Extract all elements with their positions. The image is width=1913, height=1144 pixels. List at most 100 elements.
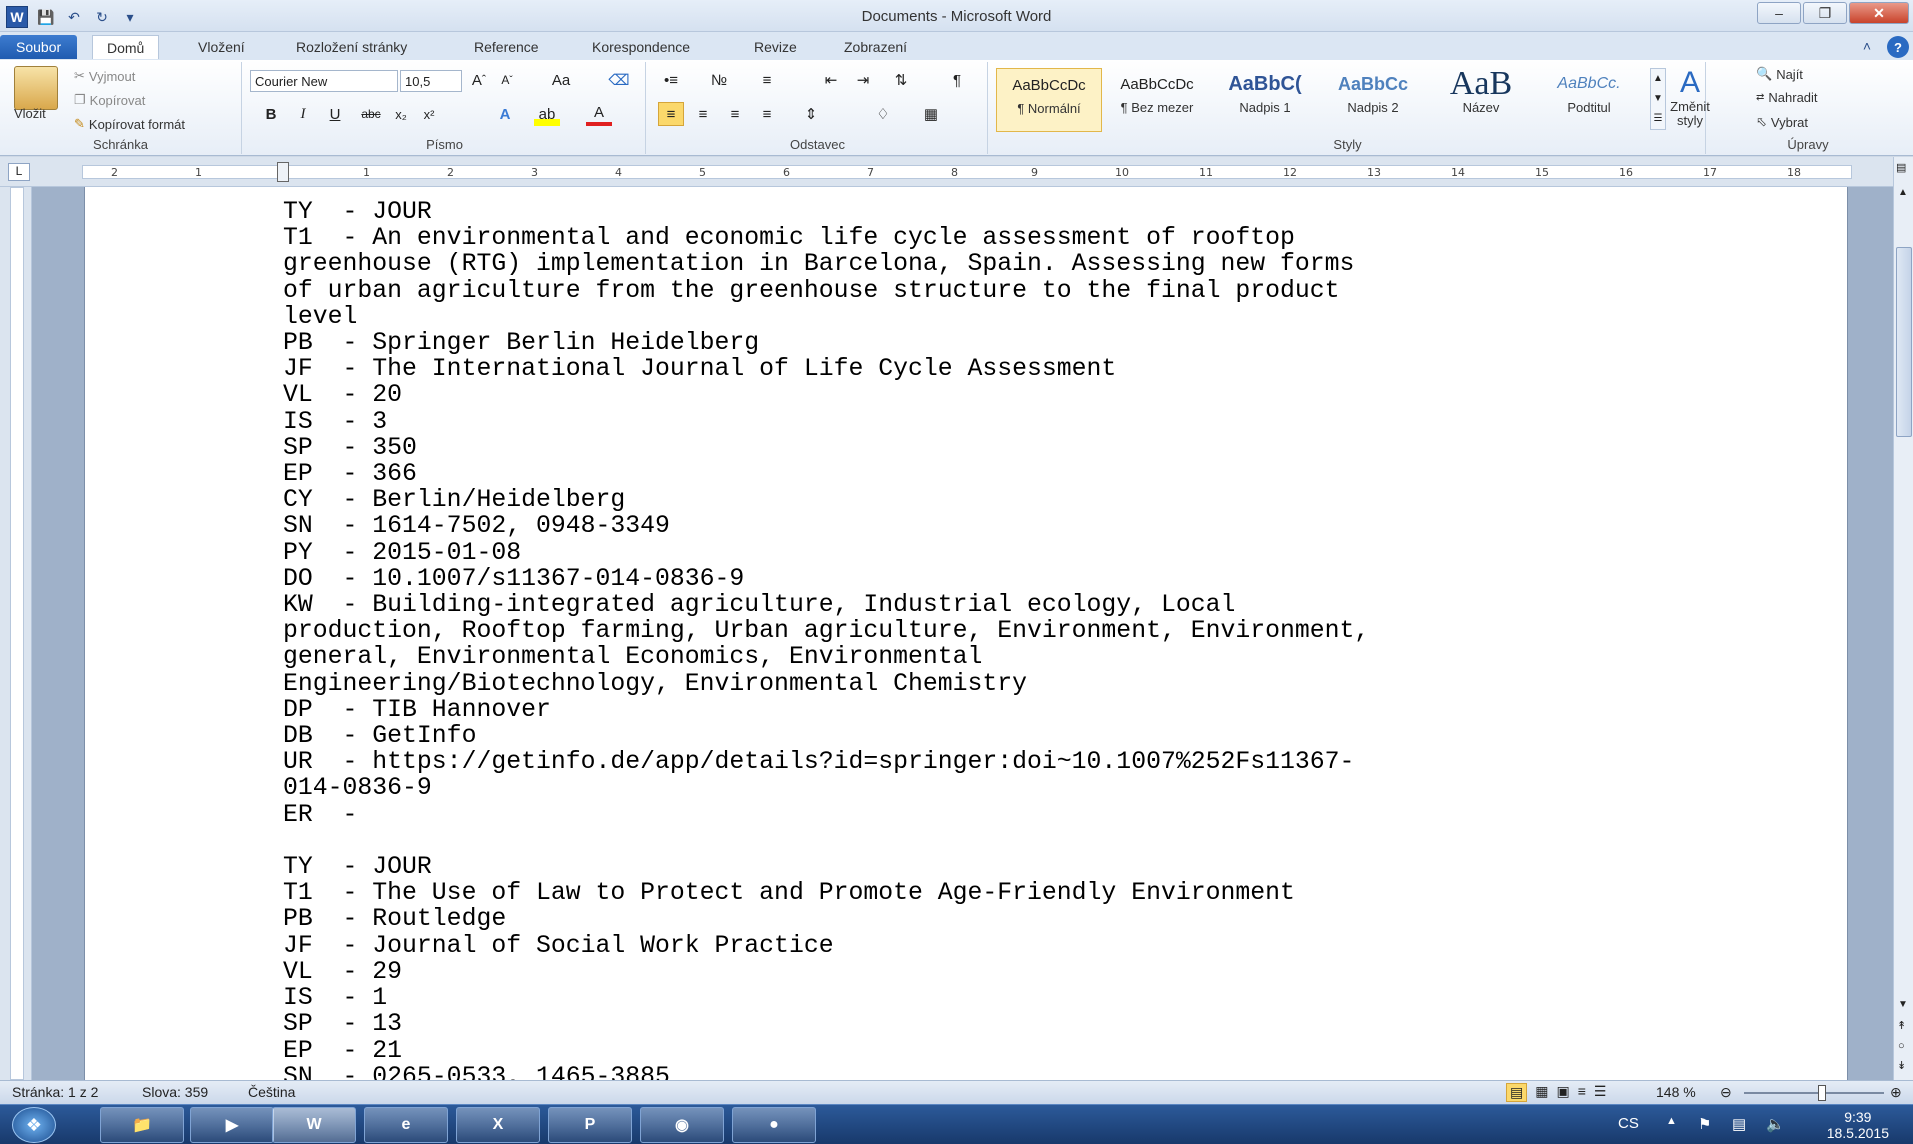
document-line[interactable]: TY - JOUR [283, 199, 1369, 225]
sort-icon[interactable]: ⇅ [888, 68, 914, 92]
align-right-icon[interactable]: ≡ [722, 102, 748, 126]
web-layout-icon[interactable]: ▣ [1556, 1083, 1569, 1102]
tab-file[interactable]: Soubor [0, 35, 78, 59]
action-center-icon[interactable]: ⚑ [1698, 1115, 1711, 1133]
document-line[interactable]: EP - 366 [283, 461, 1369, 487]
copy-button[interactable]: ❐ Kopírovat [74, 92, 145, 108]
line-spacing-icon[interactable]: ⇕ [798, 102, 824, 126]
tab-insert[interactable]: Vložení [184, 35, 259, 59]
next-page-icon[interactable]: ↡ [1897, 1059, 1906, 1072]
document-line[interactable]: UR - https://getinfo.de/app/details?id=s… [283, 749, 1369, 775]
document-line[interactable]: JF - The International Journal of Life C… [283, 356, 1369, 382]
document-line[interactable]: SN - 0265-0533, 1465-3885 [283, 1064, 1369, 1080]
zoom-in-icon[interactable]: ⊕ [1890, 1084, 1902, 1101]
italic-icon[interactable]: I [290, 102, 316, 126]
style-title[interactable]: AaB Název [1428, 68, 1534, 132]
internet-explorer-icon[interactable]: e [364, 1107, 448, 1143]
zoom-slider-thumb[interactable] [1818, 1085, 1826, 1101]
document-line[interactable]: PY - 2015-01-08 [283, 539, 1369, 566]
style-no-spacing[interactable]: AaBbCcDc ¶ Bez mezer [1104, 68, 1210, 132]
text-effects-icon[interactable]: A [492, 102, 518, 126]
browse-object-icon[interactable]: ○ [1898, 1040, 1905, 1052]
document-line[interactable]: IS - 3 [283, 408, 1369, 435]
scroll-thumb[interactable] [1896, 247, 1912, 437]
justify-icon[interactable]: ≡ [754, 102, 780, 126]
font-size-combo[interactable]: 10,5 [400, 70, 462, 92]
document-line[interactable]: DO - 10.1007/s11367-014-0836-9 [283, 566, 1369, 592]
document-line[interactable]: VL - 29 [283, 959, 1369, 985]
borders-icon[interactable]: ▦ [918, 102, 944, 126]
chrome-icon[interactable]: ◉ [640, 1107, 724, 1143]
style-heading-1[interactable]: AaBbC( Nadpis 1 [1212, 68, 1318, 132]
document-line[interactable]: T1 - An environmental and economic life … [283, 225, 1369, 251]
vertical-scrollbar[interactable]: ▤ ▲ ▼ ↟ ○ ↡ [1893, 157, 1913, 1080]
network-icon[interactable]: ▤ [1732, 1115, 1746, 1133]
tab-view[interactable]: Zobrazení [830, 35, 921, 59]
replace-button[interactable]: ⇄ Nahradit [1756, 90, 1818, 105]
document-line[interactable]: SN - 1614-7502, 0948-3349 [283, 513, 1369, 539]
font-name-combo[interactable]: Courier New [250, 70, 398, 92]
zoom-level[interactable]: 148 % [1656, 1084, 1696, 1100]
document-line[interactable]: 014-0836-9 [283, 775, 1369, 801]
clock[interactable]: 9:39 18.5.2015 [1827, 1109, 1889, 1141]
change-case-button[interactable]: Aa [544, 68, 578, 92]
shading-icon[interactable]: ♢ [870, 102, 896, 126]
document-page[interactable]: TY - JOUR T1 - An environmental and econo… [84, 187, 1848, 1080]
powerpoint-icon[interactable]: P [548, 1107, 632, 1143]
vertical-ruler-scale[interactable] [10, 187, 24, 1080]
tab-review[interactable]: Revize [740, 35, 811, 59]
outline-icon[interactable]: ≡ [1578, 1083, 1586, 1102]
document-line[interactable]: T1 - The Use of Law to Protect and Promo… [283, 880, 1369, 906]
document-line[interactable]: ER - [283, 801, 1369, 828]
align-center-icon[interactable]: ≡ [690, 102, 716, 126]
maximize-button[interactable]: ❐ [1803, 2, 1847, 24]
document-line[interactable]: CY - Berlin/Heidelberg [283, 487, 1369, 513]
tab-page-layout[interactable]: Rozložení stránky [282, 35, 421, 59]
style-normal[interactable]: AaBbCcDc ¶ Normální [996, 68, 1102, 132]
document-line[interactable]: JF - Journal of Social Work Practice [283, 932, 1369, 959]
tab-mailings[interactable]: Korespondence [578, 35, 704, 59]
excel-icon[interactable]: X [456, 1107, 540, 1143]
tab-home[interactable]: Domů [92, 35, 160, 59]
indent-marker[interactable] [277, 162, 289, 182]
zoom-out-icon[interactable]: ⊖ [1720, 1084, 1732, 1101]
show-hidden-icons-icon[interactable]: ▲ [1666, 1115, 1677, 1127]
change-styles-button[interactable]: A Změnit styly [1670, 66, 1710, 128]
tab-references[interactable]: Reference [460, 35, 553, 59]
help-icon[interactable]: ? [1887, 36, 1909, 58]
select-button[interactable]: ⬁ Vybrat [1756, 114, 1808, 130]
paste-button[interactable]: Vložit [14, 106, 46, 121]
underline-icon[interactable]: U [322, 102, 348, 126]
document-line[interactable]: PB - Springer Berlin Heidelberg [283, 330, 1369, 356]
explorer-icon[interactable]: 📁 [100, 1107, 184, 1143]
style-heading-2[interactable]: AaBbCc Nadpis 2 [1320, 68, 1426, 132]
document-line[interactable] [283, 828, 1369, 854]
document-line[interactable]: KW - Building-integrated agriculture, In… [283, 592, 1369, 618]
align-left-icon[interactable]: ≡ [658, 102, 684, 126]
document-line[interactable]: SP - 13 [283, 1011, 1369, 1037]
ruler-scale[interactable]: 2 1 1 2 3 4 5 6 7 8 9 10 11 12 13 14 15 … [82, 162, 1852, 182]
draft-icon[interactable]: ☰ [1594, 1083, 1607, 1102]
document-line[interactable]: general, Environmental Economics, Enviro… [283, 644, 1369, 670]
increase-indent-icon[interactable]: ⇥ [850, 68, 876, 92]
clear-formatting-icon[interactable]: ⌫ [606, 68, 632, 92]
document-text[interactable]: TY - JOUR T1 - An environmental and econo… [283, 199, 1369, 1080]
page-indicator[interactable]: Stránka: 1 z 2 [12, 1084, 98, 1100]
shrink-font-icon[interactable]: Aˇ [494, 68, 520, 92]
document-line[interactable]: TY - JOUR [283, 854, 1369, 880]
input-language[interactable]: CS [1618, 1115, 1639, 1132]
multilevel-list-icon[interactable]: ≡ [754, 68, 780, 92]
style-subtitle[interactable]: AaBbCc. Podtitul [1536, 68, 1642, 132]
superscript-icon[interactable]: x² [416, 102, 442, 126]
word-taskbar-icon[interactable]: W [272, 1107, 356, 1143]
document-line[interactable]: Engineering/Biotechnology, Environmental… [283, 670, 1369, 697]
bold-icon[interactable]: B [258, 102, 284, 126]
volume-icon[interactable]: 🔈 [1766, 1115, 1785, 1133]
bullets-icon[interactable]: •≡ [658, 68, 684, 92]
document-line[interactable]: of urban agriculture from the greenhouse… [283, 277, 1369, 304]
word-count[interactable]: Slova: 359 [142, 1084, 208, 1100]
document-line[interactable]: greenhouse (RTG) implementation in Barce… [283, 251, 1369, 277]
highlight-icon[interactable]: ab [534, 102, 560, 126]
strikethrough-icon[interactable]: abc [358, 102, 384, 126]
tab-selector-icon[interactable]: L [8, 163, 30, 181]
